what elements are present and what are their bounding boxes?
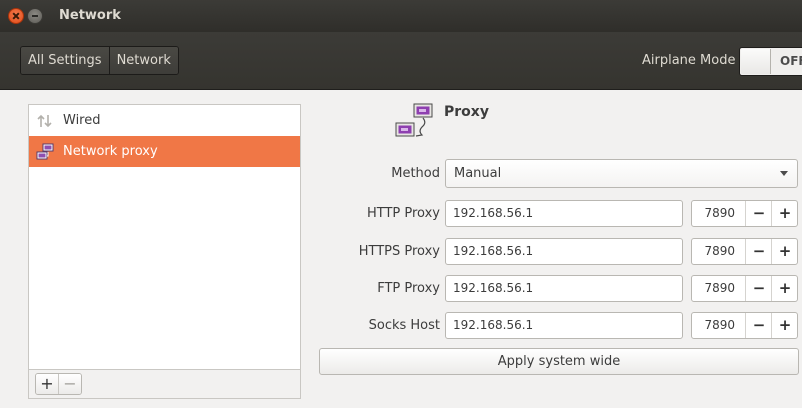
toggle-knob[interactable] — [741, 49, 771, 74]
proxy-title: Proxy — [444, 104, 489, 120]
minimize-window-button[interactable] — [27, 8, 43, 24]
ftp-proxy-label: FTP Proxy — [377, 281, 440, 296]
wired-icon — [37, 114, 52, 128]
title-bar: Network — [0, 0, 802, 32]
https-proxy-port-stepper[interactable]: 7890 − + — [691, 238, 798, 265]
port-decrement-button[interactable]: − — [745, 239, 772, 264]
port-value[interactable]: 7890 — [704, 276, 735, 301]
sidebar-item-wired[interactable]: Wired — [29, 105, 300, 136]
port-decrement-button[interactable]: − — [745, 276, 772, 301]
sidebar-footer: + − — [28, 370, 301, 399]
proxy-icon — [395, 103, 433, 137]
port-value[interactable]: 7890 — [704, 239, 735, 264]
window-title: Network — [59, 8, 121, 23]
header-toolbar: All Settings Network Airplane Mode OFF — [0, 32, 802, 90]
network-proxy-icon — [36, 143, 54, 160]
toggle-state-text: OFF — [780, 54, 802, 68]
port-increment-button[interactable]: + — [771, 201, 798, 226]
add-connection-button[interactable]: + — [36, 374, 58, 394]
port-decrement-button[interactable]: − — [745, 313, 772, 338]
sidebar-item-label: Network proxy — [63, 144, 158, 159]
breadcrumb-all-settings[interactable]: All Settings — [21, 47, 109, 74]
port-increment-button[interactable]: + — [771, 276, 798, 301]
method-dropdown[interactable]: Manual — [445, 159, 798, 188]
method-value: Manual — [454, 166, 502, 181]
http-proxy-port-stepper[interactable]: 7890 − + — [691, 200, 798, 227]
socks-port-stepper[interactable]: 7890 − + — [691, 312, 798, 339]
http-proxy-label: HTTP Proxy — [366, 206, 440, 221]
method-label: Method — [391, 166, 440, 181]
connection-list: Wired Network proxy — [28, 104, 301, 370]
port-decrement-button[interactable]: − — [745, 201, 772, 226]
sidebar-item-network-proxy[interactable]: Network proxy — [29, 136, 300, 167]
sidebar-item-label: Wired — [63, 113, 101, 128]
breadcrumb-network[interactable]: Network — [108, 47, 178, 74]
port-value[interactable]: 7890 — [704, 201, 735, 226]
breadcrumb: All Settings Network — [20, 46, 179, 75]
http-proxy-host-field[interactable]: 192.168.56.1 — [445, 200, 683, 227]
add-remove-buttons: + − — [35, 373, 82, 395]
socks-host-field[interactable]: 192.168.56.1 — [445, 312, 683, 339]
close-window-button[interactable] — [8, 8, 24, 24]
airplane-mode-toggle[interactable]: OFF — [739, 47, 802, 76]
socks-host-label: Socks Host — [368, 318, 440, 333]
apply-system-wide-button[interactable]: Apply system wide — [319, 348, 799, 375]
https-proxy-label: HTTPS Proxy — [358, 244, 440, 259]
ftp-proxy-host-field[interactable]: 192.168.56.1 — [445, 275, 683, 302]
https-proxy-host-field[interactable]: 192.168.56.1 — [445, 238, 683, 265]
port-increment-button[interactable]: + — [771, 313, 798, 338]
ftp-proxy-port-stepper[interactable]: 7890 − + — [691, 275, 798, 302]
port-value[interactable]: 7890 — [704, 313, 735, 338]
remove-connection-button[interactable]: − — [58, 374, 81, 394]
chevron-down-icon — [780, 171, 788, 176]
port-increment-button[interactable]: + — [771, 239, 798, 264]
airplane-mode-label: Airplane Mode — [642, 53, 736, 68]
